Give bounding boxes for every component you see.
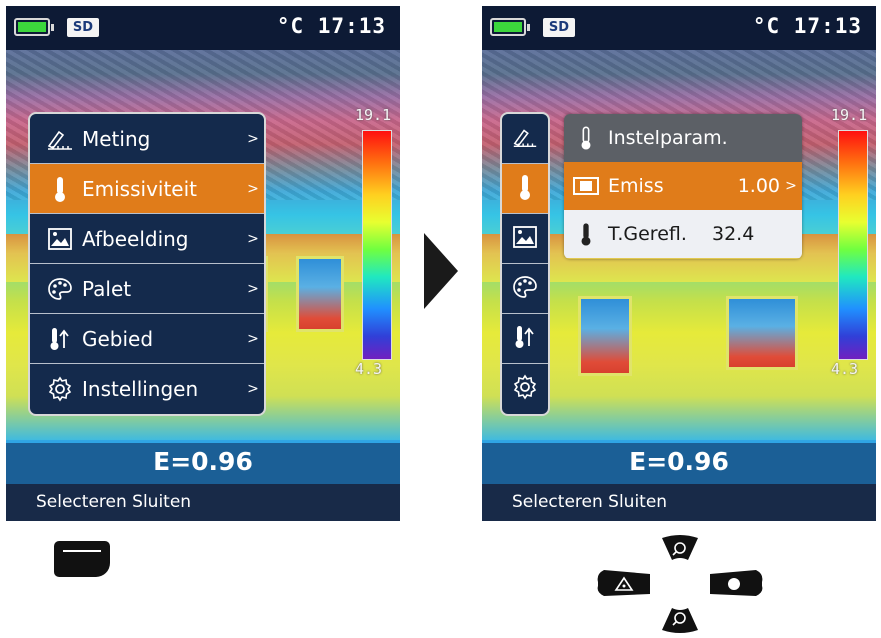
dpad-down-button[interactable] xyxy=(662,608,698,633)
sd-card-icon: SD xyxy=(543,18,575,37)
scale-min-label: 4.3 xyxy=(355,360,383,378)
direction-pad xyxy=(594,534,766,634)
emissivity-readout: E=0.96 xyxy=(482,440,876,484)
chevron-right-icon: > xyxy=(247,180,259,197)
status-clock: °C 17:13 xyxy=(276,14,386,38)
gear-icon xyxy=(38,376,82,402)
submenu-item-reflected-temp[interactable]: T.Gerefl. 32.4 xyxy=(564,210,802,258)
chevron-right-icon: > xyxy=(247,230,259,247)
emissivity-readout: E=0.96 xyxy=(6,440,400,484)
thermometer-icon xyxy=(564,221,608,247)
window xyxy=(726,296,798,370)
softkey-select-label: Selecteren Sluiten xyxy=(36,492,192,512)
range-icon xyxy=(512,324,538,354)
menu-item-instellingen[interactable]: Instellingen > xyxy=(30,364,264,414)
emissivity-submenu: Instelparam. Emiss 1.00 > T.Gerefl. 32.4 xyxy=(564,114,802,259)
palette-icon xyxy=(38,277,82,301)
color-scale-bar xyxy=(838,130,868,360)
color-scale-bar xyxy=(362,130,392,360)
palette-icon xyxy=(512,275,538,303)
window xyxy=(578,296,632,376)
chevron-right-icon: > xyxy=(247,330,259,347)
battery-icon xyxy=(14,18,54,36)
scale-max-label: 19.1 xyxy=(831,106,868,124)
menu-item-palet[interactable]: Palet > xyxy=(30,264,264,314)
transition-arrow-icon xyxy=(424,233,458,309)
side-item-meting[interactable] xyxy=(502,114,548,164)
status-clock: °C 17:13 xyxy=(752,14,862,38)
chevron-right-icon: > xyxy=(247,381,259,397)
thermometer-icon xyxy=(38,175,82,203)
sd-card-icon: SD xyxy=(67,18,99,37)
dpad-left-button[interactable] xyxy=(597,570,650,596)
softkey-footer: Selecteren Sluiten xyxy=(482,484,876,521)
side-item-instellingen[interactable] xyxy=(502,364,548,414)
chevron-right-icon: > xyxy=(247,130,259,147)
status-bar: SD °C 17:13 xyxy=(482,6,876,50)
menu-item-afbeelding[interactable]: Afbeelding > xyxy=(30,214,264,264)
menu-softkey-button[interactable] xyxy=(54,541,110,577)
side-item-afbeelding[interactable] xyxy=(502,214,548,264)
menu-item-emissiviteit[interactable]: Emissiviteit > xyxy=(30,164,264,214)
side-item-emissiviteit[interactable] xyxy=(502,164,548,214)
status-bar: SD °C 17:13 xyxy=(6,6,400,50)
submenu-item-emiss[interactable]: Emiss 1.00 > xyxy=(564,162,802,210)
thermometer-icon xyxy=(516,173,534,205)
reflected-temp-value: 32.4 xyxy=(712,223,755,245)
window xyxy=(296,256,344,332)
image-icon xyxy=(38,227,82,251)
camera-screen-right: SD °C 17:13 19.1 4.3 Instelparam. Emiss … xyxy=(482,6,876,521)
menu-item-gebied[interactable]: Gebied > xyxy=(30,314,264,364)
menu-item-meting[interactable]: Meting > xyxy=(30,114,264,164)
dpad-up-button[interactable] xyxy=(662,535,698,560)
camera-screen-left: SD °C 17:13 19.1 4.3 Meting > Emissivite… xyxy=(6,6,400,521)
range-icon xyxy=(38,326,82,352)
submenu-header: Instelparam. xyxy=(564,114,802,162)
main-menu: Meting > Emissiviteit > Afbeelding > Pal… xyxy=(28,112,266,416)
side-item-gebied[interactable] xyxy=(502,314,548,364)
dpad-right-button[interactable] xyxy=(710,570,763,596)
softkey-select-label: Selecteren Sluiten xyxy=(512,492,668,512)
softkey-footer: Selecteren Sluiten xyxy=(6,484,400,521)
gear-icon xyxy=(512,374,538,404)
chevron-right-icon: > xyxy=(247,280,259,297)
side-item-palet[interactable] xyxy=(502,264,548,314)
collapsed-menu xyxy=(500,112,550,416)
scale-max-label: 19.1 xyxy=(355,106,392,124)
measurement-icon xyxy=(38,126,82,152)
image-icon xyxy=(512,225,538,253)
thermometer-icon xyxy=(564,125,608,151)
emissivity-icon xyxy=(564,176,608,196)
emiss-value: 1.00 xyxy=(737,175,780,197)
scale-min-label: 4.3 xyxy=(831,360,859,378)
measurement-icon xyxy=(511,124,539,154)
chevron-right-icon: > xyxy=(785,178,797,194)
battery-icon xyxy=(490,18,530,36)
